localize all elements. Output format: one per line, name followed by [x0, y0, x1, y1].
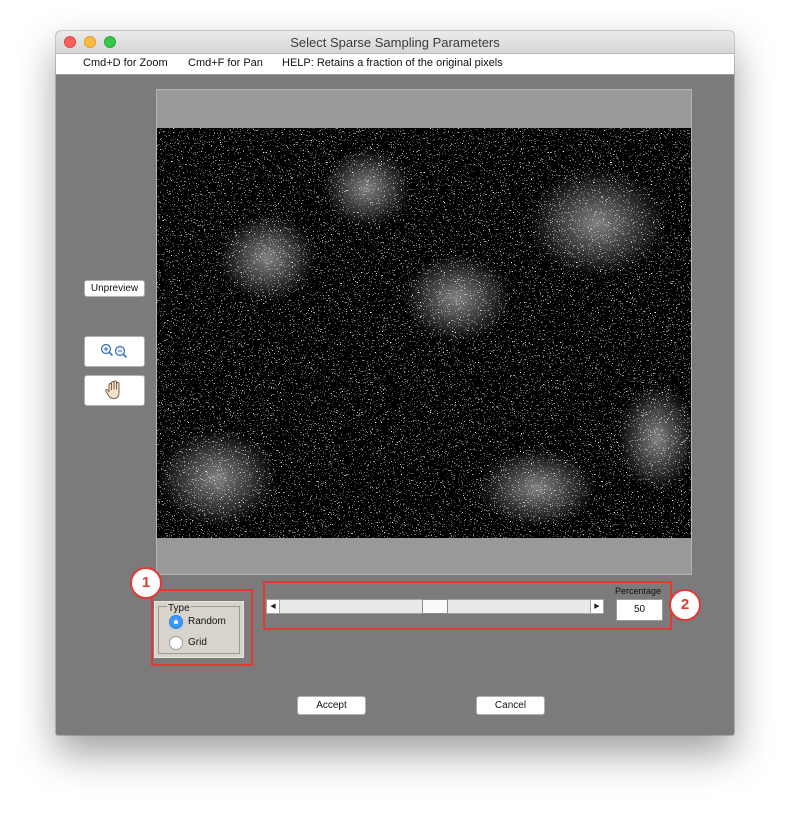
image-preview[interactable]	[156, 89, 692, 575]
random-radio[interactable]	[169, 615, 183, 629]
slider-thumb[interactable]	[422, 599, 448, 614]
percentage-slider[interactable]: ◀ ▶	[266, 599, 604, 614]
sparse-sampled-image	[157, 128, 691, 538]
menu-bar: Cmd+D for Zoom Cmd+F for Pan HELP: Retai…	[56, 54, 734, 75]
random-radio-label[interactable]: Random	[188, 616, 226, 627]
window-title: Select Sparse Sampling Parameters	[290, 35, 500, 50]
menu-zoom-hint[interactable]: Cmd+D for Zoom	[83, 57, 168, 69]
type-legend: Type	[167, 603, 191, 614]
pan-button[interactable]	[84, 375, 145, 406]
zoom-in-out-icon	[100, 343, 128, 359]
grid-radio-label[interactable]: Grid	[188, 637, 207, 648]
menu-help[interactable]: HELP: Retains a fraction of the original…	[282, 57, 503, 69]
zoom-button[interactable]	[84, 336, 145, 367]
percentage-input[interactable]: 50	[616, 599, 663, 621]
cancel-button[interactable]: Cancel	[476, 696, 545, 715]
dialog-window: Select Sparse Sampling Parameters Cmd+D …	[56, 31, 734, 735]
accept-button[interactable]: Accept	[297, 696, 366, 715]
percentage-label: Percentage	[615, 586, 662, 596]
hand-pan-icon	[105, 380, 120, 400]
grid-radio[interactable]	[169, 636, 183, 650]
slider-right-arrow[interactable]: ▶	[590, 600, 603, 613]
type-panel: Type Random Grid	[154, 601, 244, 658]
slider-left-arrow[interactable]: ◀	[267, 600, 280, 613]
title-bar[interactable]: Select Sparse Sampling Parameters	[56, 31, 734, 54]
unpreview-button[interactable]: Unpreview	[84, 280, 145, 297]
annotation-marker-2: 2	[669, 589, 701, 621]
annotation-marker-1: 1	[130, 567, 162, 599]
menu-pan-hint[interactable]: Cmd+F for Pan	[188, 57, 263, 69]
